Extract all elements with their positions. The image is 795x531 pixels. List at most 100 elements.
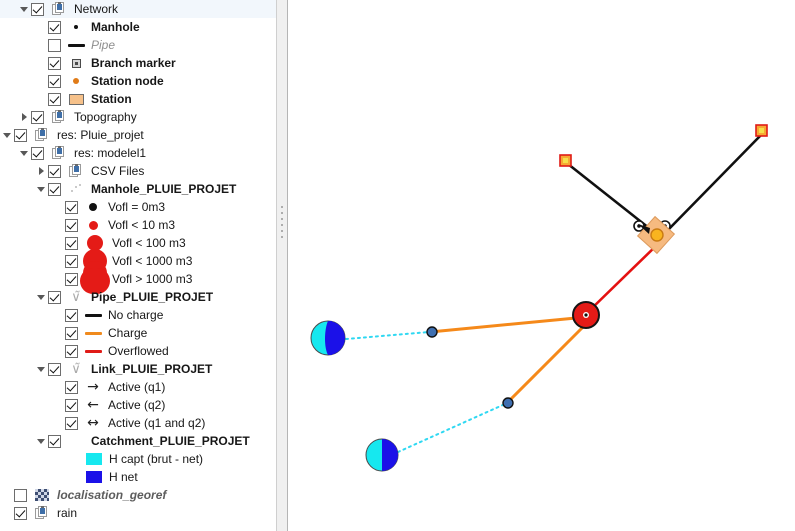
expander-placeholder — [35, 90, 47, 108]
tree-item-label: Station node — [91, 74, 164, 88]
link-node-lower — [502, 397, 514, 409]
visibility-checkbox-network[interactable] — [31, 2, 44, 16]
layer-group-icon — [48, 108, 70, 126]
chevron-down-icon[interactable] — [35, 180, 47, 198]
tree-row-vofl-100[interactable]: Vofl < 100 m3 — [0, 234, 276, 252]
visibility-checkbox-res-modele1[interactable] — [31, 146, 44, 160]
tree-item-label: Manhole — [91, 20, 140, 34]
tree-item-label: Branch marker — [91, 56, 176, 70]
tree-row-vofl-0[interactable]: Vofl = 0m3 — [0, 198, 276, 216]
layer-tree[interactable]: Network Manhole Pipe Branch marker Station n… — [0, 0, 276, 522]
visibility-checkbox-station-node[interactable] — [48, 74, 61, 88]
tree-row-pipe[interactable]: Pipe — [0, 36, 276, 54]
tree-item-label: localisation_georef — [57, 488, 167, 502]
tree-row-vofl-1000[interactable]: Vofl < 1000 m3 — [0, 249, 276, 273]
visibility-checkbox-pipe-pluie-projet[interactable] — [48, 290, 61, 304]
chevron-down-icon[interactable] — [35, 360, 47, 378]
tree-row-no-charge[interactable]: No charge — [0, 306, 276, 324]
visibility-checkbox-rain[interactable] — [14, 506, 27, 520]
tree-row-catchment-pluie-projet[interactable]: Catchment_PLUIE_PROJET — [0, 432, 276, 450]
visibility-checkbox-vofl-0[interactable] — [65, 200, 78, 214]
visibility-checkbox-vofl-10[interactable] — [65, 218, 78, 232]
tree-row-h-net[interactable]: H net — [0, 468, 276, 486]
tree-row-csv-files[interactable]: CSV Files — [0, 162, 276, 180]
expander-placeholder — [52, 414, 64, 432]
tree-row-active-q1-q2[interactable]: ↔ Active (q1 and q2) — [0, 414, 276, 432]
expander-placeholder — [52, 378, 64, 396]
visibility-checkbox-csv-files[interactable] — [48, 164, 61, 178]
tree-row-station[interactable]: Station — [0, 90, 276, 108]
chevron-down-icon[interactable] — [18, 0, 30, 18]
visibility-checkbox-no-charge[interactable] — [65, 308, 78, 322]
tree-row-vofl-10[interactable]: Vofl < 10 m3 — [0, 216, 276, 234]
expander-placeholder — [52, 234, 64, 252]
swatch-cyan-icon — [83, 450, 105, 468]
line-layer-icon: ∨̃ — [71, 289, 81, 305]
tree-row-h-capt[interactable]: H capt (brut - net) — [0, 450, 276, 468]
chevron-right-icon[interactable] — [18, 108, 30, 126]
visibility-checkbox-vofl-100[interactable] — [65, 236, 78, 250]
tree-row-manhole-pluie-projet[interactable]: Manhole_PLUIE_PROJET — [0, 180, 276, 198]
tree-row-res-pluie-projet[interactable]: res: Pluie_projet — [0, 126, 276, 144]
visibility-checkbox-charge[interactable] — [65, 326, 78, 340]
point-layer-icon — [65, 180, 87, 198]
tree-row-active-q1[interactable]: → Active (q1) — [0, 378, 276, 396]
tree-row-charge[interactable]: Charge — [0, 324, 276, 342]
tree-row-station-node[interactable]: Station node — [0, 72, 276, 90]
visibility-checkbox-active-q1[interactable] — [65, 380, 78, 394]
tree-row-manhole[interactable]: Manhole — [0, 18, 276, 36]
layers-panel[interactable]: Network Manhole Pipe Branch marker Station n… — [0, 0, 276, 531]
visibility-checkbox-catchment-pluie-projet[interactable] — [48, 434, 61, 448]
point-black-icon — [65, 18, 87, 36]
tree-item-label: rain — [57, 506, 78, 520]
visibility-checkbox-manhole-pluie-projet[interactable] — [48, 182, 61, 196]
map-canvas[interactable] — [288, 0, 795, 531]
expander-placeholder — [52, 306, 64, 324]
chevron-right-icon[interactable] — [35, 162, 47, 180]
visibility-checkbox-localisation-georef[interactable] — [14, 488, 27, 502]
panel-splitter[interactable] — [276, 0, 288, 531]
pipe-charge-lines — [429, 316, 586, 405]
tree-row-res-modele1[interactable]: res: modelel1 — [0, 144, 276, 162]
chevron-down-icon[interactable] — [35, 432, 47, 450]
visibility-checkbox-overflowed[interactable] — [65, 344, 78, 358]
tree-row-rain[interactable]: rain — [0, 504, 276, 522]
tree-row-pipe-pluie-projet[interactable]: ∨̃ Pipe_PLUIE_PROJET — [0, 288, 276, 306]
tree-row-localisation-georef[interactable]: localisation_georef — [0, 486, 276, 504]
visibility-checkbox-pipe[interactable] — [48, 38, 61, 52]
tree-item-label: H net — [109, 470, 138, 484]
visibility-checkbox-res-pluie-projet[interactable] — [14, 128, 27, 142]
chevron-down-icon[interactable] — [1, 126, 13, 144]
visibility-checkbox-vofl-gt-1000[interactable] — [65, 272, 78, 286]
visibility-checkbox-topography[interactable] — [31, 110, 44, 124]
tree-row-network[interactable]: Network — [0, 0, 276, 18]
tree-row-vofl-gt-1000[interactable]: Vofl > 1000 m3 — [0, 261, 276, 294]
expander-placeholder — [52, 342, 64, 360]
expander-placeholder — [52, 216, 64, 234]
visibility-checkbox-active-q1-q2[interactable] — [65, 416, 78, 430]
tree-row-topography[interactable]: Topography — [0, 108, 276, 126]
visibility-checkbox-vofl-1000[interactable] — [65, 254, 78, 268]
chevron-down-icon[interactable] — [18, 144, 30, 162]
qgis-window: Network Manhole Pipe Branch marker Station n… — [0, 0, 795, 531]
tree-row-overflowed[interactable]: Overflowed — [0, 342, 276, 360]
expander-placeholder — [52, 396, 64, 414]
tree-row-link-pluie-projet[interactable]: ∨̃ Link_PLUIE_PROJET — [0, 360, 276, 378]
line-red-icon — [82, 342, 104, 360]
tree-row-branch-marker[interactable]: Branch marker — [0, 54, 276, 72]
line-layer-icon: ∨̃ — [71, 361, 81, 377]
checkbox-placeholder — [64, 450, 83, 468]
visibility-checkbox-station[interactable] — [48, 92, 61, 106]
visibility-checkbox-link-pluie-projet[interactable] — [48, 362, 61, 376]
tree-row-active-q2[interactable]: ← Active (q2) — [0, 396, 276, 414]
visibility-checkbox-branch-marker[interactable] — [48, 56, 61, 70]
chevron-down-icon[interactable] — [35, 288, 47, 306]
tree-item-label: Vofl < 1000 m3 — [112, 254, 193, 268]
visibility-checkbox-active-q2[interactable] — [65, 398, 78, 412]
visibility-checkbox-manhole[interactable] — [48, 20, 61, 34]
